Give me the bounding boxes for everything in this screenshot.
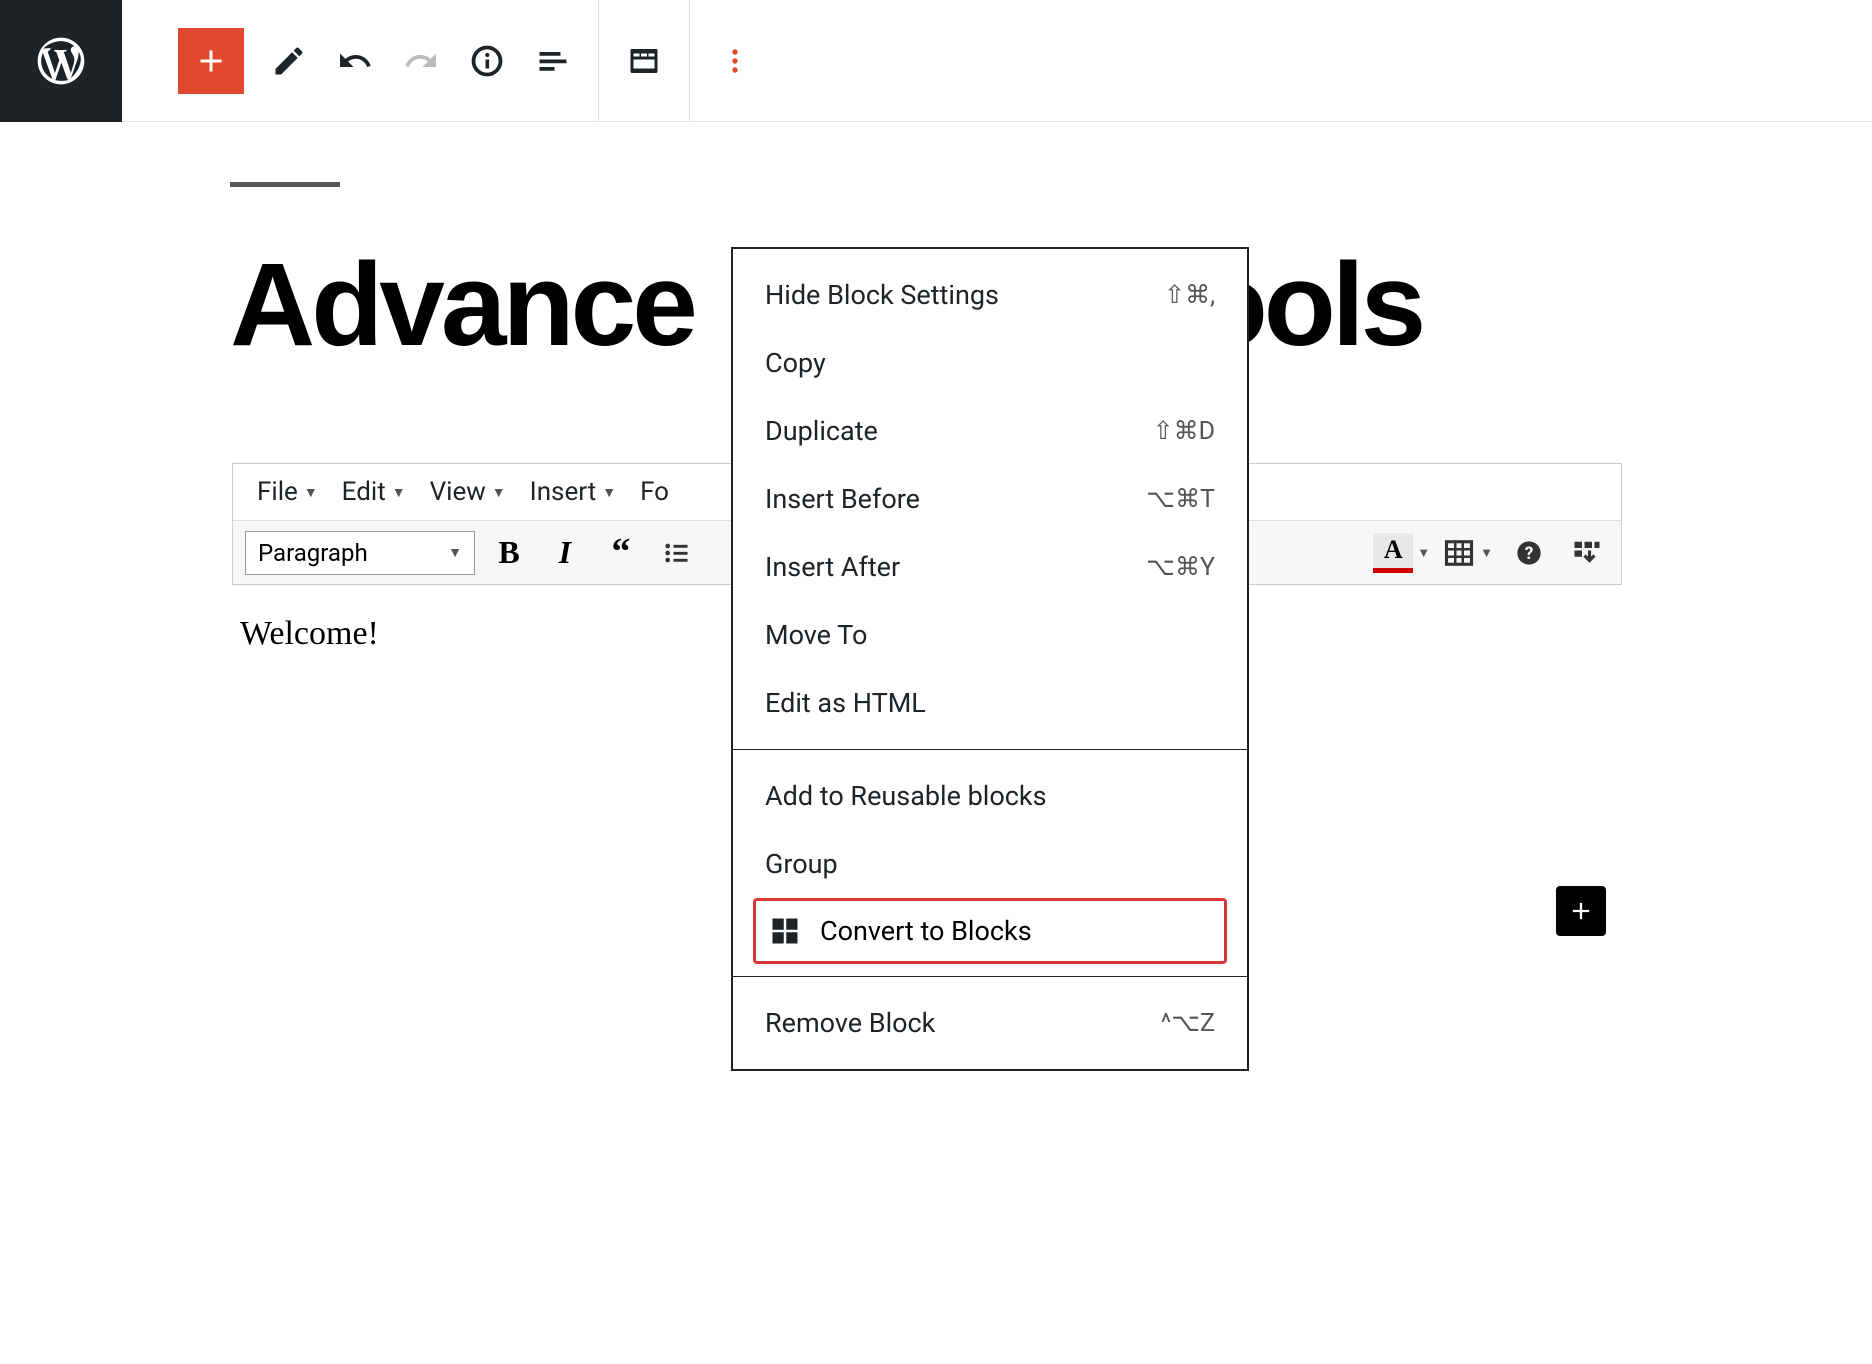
- blockquote-button[interactable]: “: [599, 531, 643, 575]
- italic-button[interactable]: I: [543, 531, 587, 575]
- table-icon: [1444, 538, 1474, 568]
- convert-label: Convert to Blocks: [820, 915, 1032, 947]
- title-accent-line: [230, 182, 340, 187]
- menu-group[interactable]: Group: [733, 830, 1247, 898]
- menu-insert-after[interactable]: Insert After⌥⌘Y: [733, 533, 1247, 601]
- title-part-left: Advance: [230, 239, 694, 371]
- caret-down-icon: ▼: [492, 484, 506, 501]
- menu-format-cut[interactable]: Fo: [632, 473, 677, 511]
- help-button[interactable]: ?: [1507, 531, 1551, 575]
- menu-remove-block[interactable]: Remove Block^⌥Z: [733, 989, 1247, 1057]
- undo-button[interactable]: [322, 28, 388, 94]
- table-button[interactable]: ▼: [1444, 538, 1493, 568]
- toolbar-toggle-button[interactable]: [1565, 531, 1609, 575]
- svg-text:?: ?: [1525, 543, 1534, 563]
- bullet-list-button[interactable]: [655, 531, 699, 575]
- menu-insert[interactable]: Insert▼: [522, 473, 624, 511]
- text-color-button[interactable]: A ▼: [1373, 533, 1430, 573]
- paragraph-select[interactable]: Paragraph ▼: [245, 531, 475, 575]
- classic-block-icon: [626, 43, 662, 79]
- caret-down-icon: ▼: [304, 484, 318, 501]
- menu-view[interactable]: View▼: [422, 473, 514, 511]
- menu-hide-block-settings[interactable]: Hide Block Settings⇧⌘,: [733, 261, 1247, 329]
- pencil-icon: [271, 43, 307, 79]
- redo-icon: [403, 43, 439, 79]
- toolbar-block: [599, 0, 689, 121]
- menu-insert-before[interactable]: Insert Before⌥⌘T: [733, 465, 1247, 533]
- dropdown-group-3: Remove Block^⌥Z: [733, 976, 1247, 1069]
- info-button[interactable]: [454, 28, 520, 94]
- list-outline-icon: [535, 43, 571, 79]
- info-icon: [469, 43, 505, 79]
- outline-button[interactable]: [520, 28, 586, 94]
- toolbar-more: [690, 0, 780, 121]
- edit-mode-button[interactable]: [256, 28, 322, 94]
- paragraph-select-label: Paragraph: [258, 539, 368, 567]
- caret-down-icon: ▼: [448, 544, 462, 561]
- wordpress-logo[interactable]: [0, 0, 122, 122]
- toolbar-left: [122, 0, 598, 121]
- undo-icon: [337, 43, 373, 79]
- blocks-grid-icon: [770, 916, 800, 946]
- toolbar-toggle-icon: [1572, 538, 1602, 568]
- redo-button[interactable]: [388, 28, 454, 94]
- add-block-inline-button[interactable]: [1556, 886, 1606, 936]
- more-options-button[interactable]: [702, 28, 768, 94]
- menu-edit-as-html[interactable]: Edit as HTML: [733, 669, 1247, 737]
- menu-duplicate[interactable]: Duplicate⇧⌘D: [733, 397, 1247, 465]
- content-area: Advanced Editor Tools File▼ Edit▼ View▼ …: [0, 122, 1872, 683]
- plus-icon: [193, 43, 229, 79]
- format-row-right: A ▼ ▼ ?: [1373, 531, 1609, 575]
- dropdown-group-1: Hide Block Settings⇧⌘, Copy Duplicate⇧⌘D…: [733, 249, 1247, 749]
- caret-down-icon: ▼: [392, 484, 406, 501]
- caret-down-icon: ▼: [1480, 545, 1493, 561]
- dropdown-group-2: Add to Reusable blocks Group Convert to …: [733, 749, 1247, 976]
- add-block-button[interactable]: [178, 28, 244, 94]
- top-toolbar: [0, 0, 1872, 122]
- editor-body-text: Welcome!: [240, 615, 379, 652]
- menu-edit[interactable]: Edit▼: [334, 473, 414, 511]
- menu-move-to[interactable]: Move To: [733, 601, 1247, 669]
- text-color-icon: A: [1373, 533, 1413, 573]
- bold-button[interactable]: B: [487, 531, 531, 575]
- block-options-dropdown: Hide Block Settings⇧⌘, Copy Duplicate⇧⌘D…: [731, 247, 1249, 1071]
- bullet-list-icon: [663, 539, 691, 567]
- menu-convert-to-blocks[interactable]: Convert to Blocks: [753, 898, 1227, 964]
- wordpress-icon: [33, 33, 89, 89]
- ellipsis-vertical-icon: [717, 43, 753, 79]
- classic-block-button[interactable]: [611, 28, 677, 94]
- menu-file[interactable]: File▼: [249, 473, 326, 511]
- caret-down-icon: ▼: [1417, 545, 1430, 561]
- caret-down-icon: ▼: [602, 484, 616, 501]
- menu-copy[interactable]: Copy: [733, 329, 1247, 397]
- menu-add-reusable[interactable]: Add to Reusable blocks: [733, 762, 1247, 830]
- plus-icon: [1567, 897, 1595, 925]
- help-icon: ?: [1515, 539, 1543, 567]
